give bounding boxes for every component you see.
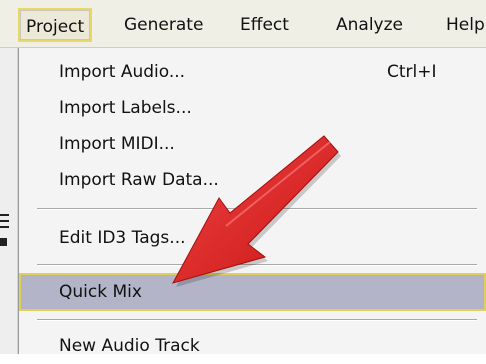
menu-item-import-audio[interactable]: Import Audio... Ctrl+I — [19, 54, 486, 90]
window-left-edge — [0, 48, 18, 354]
menu-bar: Project Generate Effect Analyze Help — [0, 0, 486, 48]
menu-item-import-labels[interactable]: Import Labels... — [19, 90, 486, 126]
menu-item-label: New Audio Track — [59, 336, 200, 356]
menu-separator — [37, 264, 477, 266]
menu-generate[interactable]: Generate — [118, 8, 209, 42]
edge-mark — [0, 214, 9, 216]
menu-item-label: Edit ID3 Tags... — [59, 228, 186, 248]
project-dropdown-menu: Import Audio... Ctrl+I Import Labels... … — [18, 48, 486, 356]
menu-item-label: Import MIDI... — [59, 134, 175, 154]
edge-arrow-icon — [0, 238, 7, 246]
menu-analyze[interactable]: Analyze — [330, 8, 409, 42]
menu-item-new-audio-track[interactable]: New Audio Track — [19, 328, 486, 364]
menu-item-shortcut: Ctrl+I — [387, 62, 437, 82]
menu-effect[interactable]: Effect — [234, 8, 295, 42]
menu-help[interactable]: Help — [440, 8, 486, 42]
menu-project[interactable]: Project — [18, 8, 93, 42]
edge-mark — [0, 220, 9, 222]
menu-item-import-midi[interactable]: Import MIDI... — [19, 126, 486, 162]
menu-item-label: Import Raw Data... — [59, 170, 219, 190]
menu-item-label: Quick Mix — [59, 282, 142, 302]
edge-mark — [0, 226, 9, 228]
menu-item-label: Import Labels... — [59, 98, 192, 118]
menu-separator — [37, 319, 477, 321]
menu-item-edit-id3-tags[interactable]: Edit ID3 Tags... — [19, 220, 486, 256]
menu-item-label: Import Audio... — [59, 62, 186, 82]
menu-item-quick-mix[interactable]: Quick Mix — [19, 273, 486, 311]
menu-separator — [37, 208, 477, 210]
menu-item-import-raw-data[interactable]: Import Raw Data... — [19, 162, 486, 198]
